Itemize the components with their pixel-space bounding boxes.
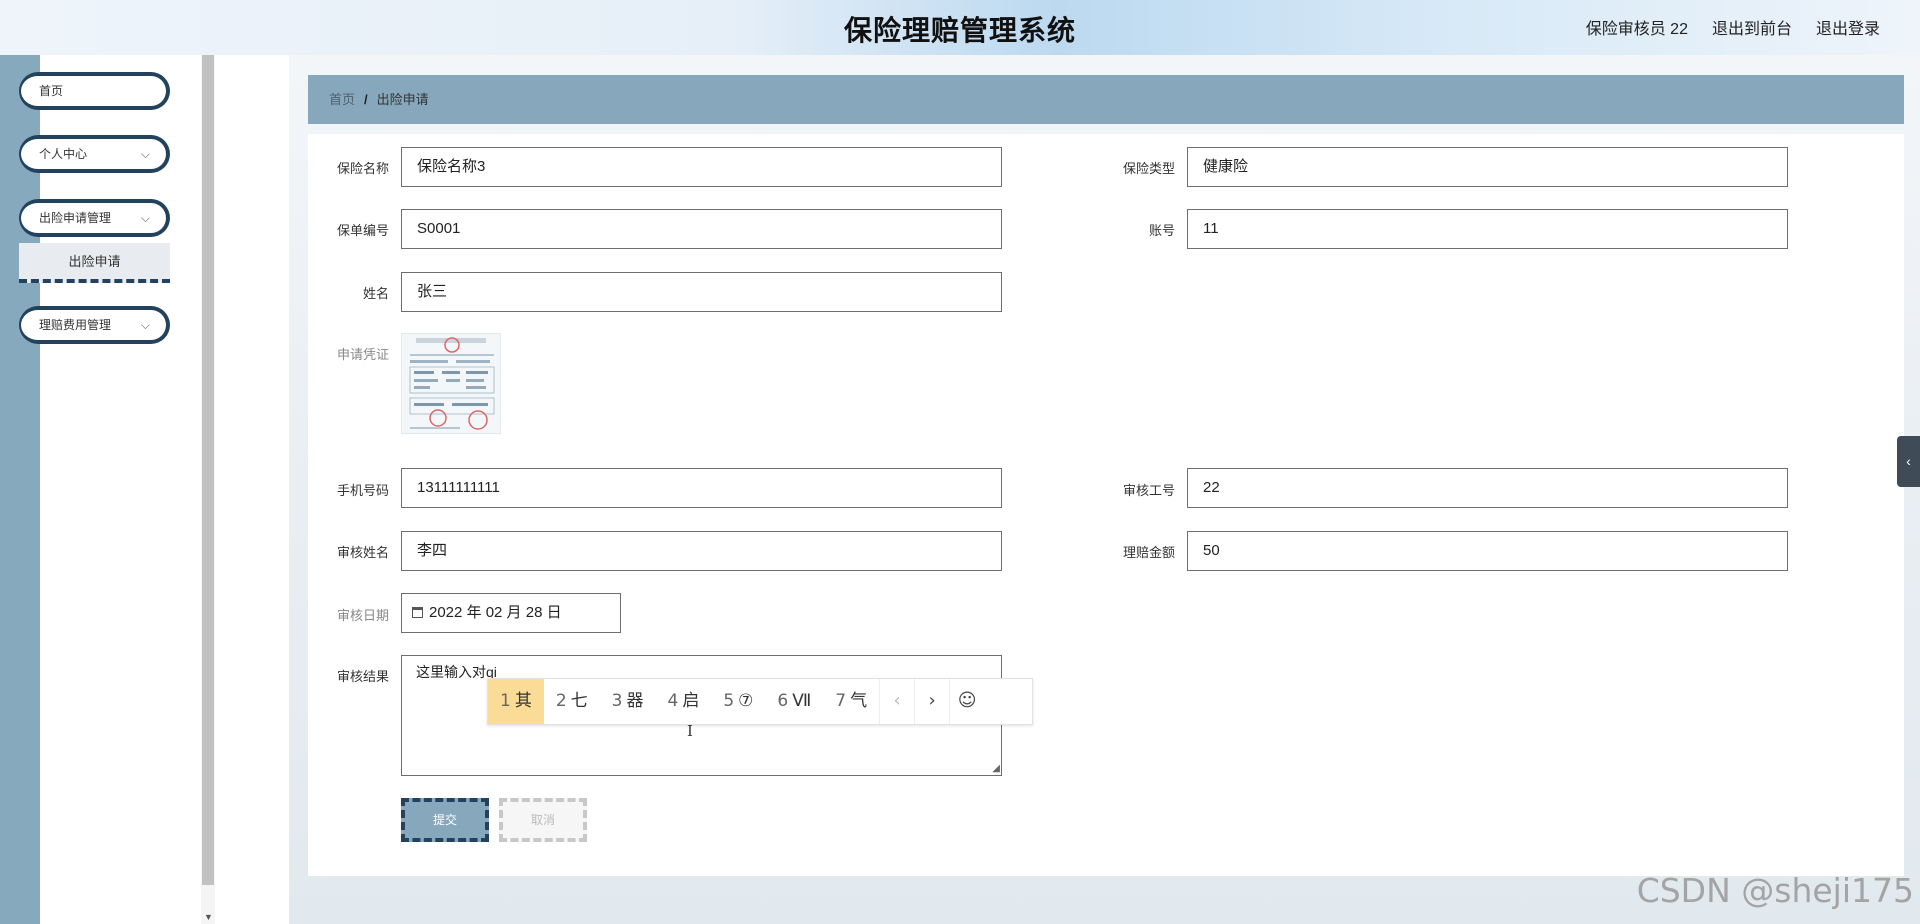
ime-candidate[interactable]: 5⑦ [711,679,765,724]
review-date-picker[interactable]: 2022 年 02 月 28 日 [401,593,621,633]
sidebar-item-label: 首页 [39,84,64,98]
breadcrumb-current: 出险申请 [376,92,429,107]
sidebar [40,55,201,924]
ime-candidate[interactable]: 1其 [488,679,544,724]
voucher-image[interactable] [401,333,501,434]
insurance-name-input[interactable]: 保险名称3 [401,147,1002,187]
breadcrumb: 首页 / 出险申请 [308,75,1904,124]
sidebar-item-personal-center[interactable]: 个人中心 ⌵ [19,135,170,173]
account-input[interactable]: 11 [1187,209,1788,249]
content-gutter [215,55,289,924]
insurance-name-label: 保险名称 [336,161,389,176]
current-user-label: 保险审核员 22 [1585,21,1688,38]
ime-candidate[interactable]: 4启 [655,679,711,724]
cancel-button[interactable]: 取消 [499,798,587,842]
ime-prev-page-icon[interactable]: ‹ [879,679,914,724]
breadcrumb-home[interactable]: 首页 [329,92,355,107]
claim-amount-input[interactable]: 50 [1187,531,1788,571]
sidebar-item-label: 理赔费用管理 [39,318,112,332]
sidebar-item-label: 出险申请管理 [39,211,112,225]
ime-candidate-bar: 1其 2七 3器 4启 5⑦ 6Ⅶ 7气 ‹ › ☺ [487,678,1033,725]
scroll-down-arrow-icon[interactable]: ▼ [204,912,213,922]
ime-next-page-icon[interactable]: › [914,679,949,724]
back-to-front-link[interactable]: 退出到前台 [1712,15,1792,39]
insurance-type-input[interactable]: 健康险 [1187,147,1788,187]
ime-candidate[interactable]: 6Ⅶ [765,679,823,724]
account-label: 账号 [1148,223,1175,238]
user-area: 保险审核员 22 退出到前台 退出登录 [1586,15,1880,39]
policy-number-input[interactable]: S0001 [401,209,1002,249]
reviewer-name-label: 审核姓名 [336,545,389,560]
ime-candidate[interactable]: 7气 [823,679,879,724]
sidebar-item-claim-application-management[interactable]: 出险申请管理 ⌵ [19,199,170,237]
ime-candidate[interactable]: 3器 [600,679,656,724]
chevron-down-icon: ⌵ [140,318,150,332]
policy-number-label: 保单编号 [336,223,389,238]
phone-label: 手机号码 [336,483,389,498]
review-date-value: 2022 年 02 月 28 日 [429,604,562,621]
sidebar-scrollbar[interactable]: ▼ [201,55,215,924]
sidebar-item-claim-fee-management[interactable]: 理赔费用管理 ⌵ [19,306,170,344]
sidebar-strip [0,55,40,924]
side-panel-toggle-icon[interactable]: ‹ [1897,436,1920,487]
chevron-down-icon: ⌵ [140,211,150,225]
watermark: CSDN @sheji175 [1636,871,1914,910]
receipt-thumbnail-icon [402,334,500,433]
sidebar-subitem-claim-application[interactable]: 出险申请 [19,243,170,283]
reviewer-id-input[interactable]: 22 [1187,468,1788,508]
sidebar-item-label: 个人中心 [39,147,88,161]
ime-candidate[interactable]: 2七 [544,679,600,724]
calendar-icon [412,607,423,618]
name-input[interactable]: 张三 [401,272,1002,312]
logout-link[interactable]: 退出登录 [1816,15,1880,39]
review-result-label: 审核结果 [336,669,389,684]
review-date-label: 审核日期 [336,608,389,623]
voucher-label: 申请凭证 [336,347,389,362]
reviewer-name-input[interactable]: 李四 [401,531,1002,571]
sidebar-item-home[interactable]: 首页 [19,72,170,110]
reviewer-id-label: 审核工号 [1122,483,1175,498]
text-cursor-icon: I [687,722,693,740]
scrollbar-thumb[interactable] [202,55,214,885]
chevron-down-icon: ⌵ [140,147,150,161]
insurance-type-label: 保险类型 [1122,161,1175,176]
breadcrumb-separator: / [364,92,368,107]
submit-button[interactable]: 提交 [401,798,489,842]
review-result-text: 这里输入对qi [416,664,497,680]
claim-amount-label: 理赔金额 [1122,545,1175,560]
top-header: 保险理赔管理系统 保险审核员 22 退出到前台 退出登录 [0,0,1920,56]
name-label: 姓名 [362,286,389,301]
ime-emoji-icon[interactable]: ☺ [949,679,984,724]
resize-handle-icon[interactable]: ◢ [992,763,1000,774]
phone-input[interactable]: 13111111111 [401,468,1002,508]
